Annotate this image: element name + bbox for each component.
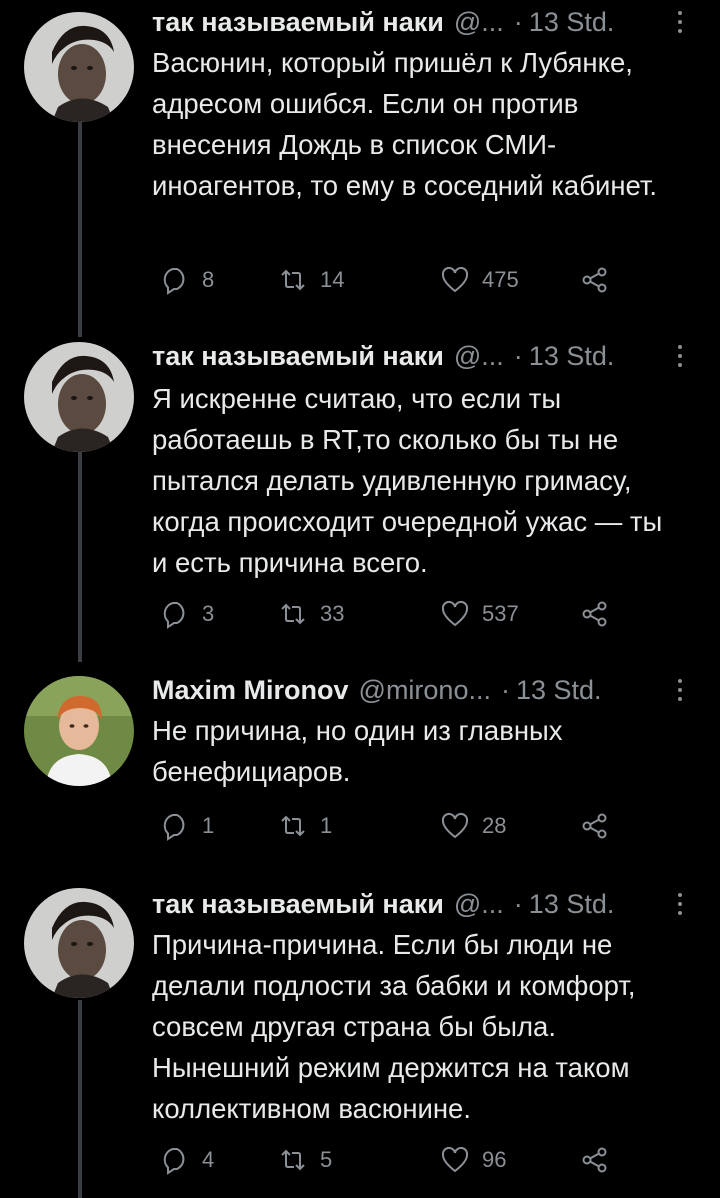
avatar[interactable] <box>24 12 134 122</box>
retweet-button[interactable]: 14 <box>278 260 344 300</box>
tweet-text: Причина-причина. Если бы люди не делали … <box>152 929 636 1124</box>
share-nodes-icon <box>582 813 607 839</box>
like-count: 96 <box>482 1147 507 1172</box>
avatar[interactable] <box>24 676 134 786</box>
speech-bubble-icon <box>163 1148 185 1175</box>
timestamp[interactable]: 13 Std. <box>529 889 615 920</box>
timestamp[interactable]: 13 Std. <box>529 341 615 372</box>
author-handle[interactable]: @... <box>454 341 504 372</box>
tweet-actions: 1 1 28 <box>160 806 630 846</box>
share-nodes-icon <box>582 1147 607 1173</box>
share-nodes-icon <box>582 601 607 627</box>
like-count: 475 <box>482 267 519 292</box>
tweet-header: так называемый наки @... · 13 Std. <box>152 2 690 42</box>
vertical-dots-icon[interactable] <box>670 2 690 42</box>
tweet[interactable]: так называемый наки @... · 13 Std. Я иск… <box>0 340 720 660</box>
like-button[interactable]: 537 <box>440 594 519 634</box>
like-button[interactable]: 475 <box>440 260 519 300</box>
profile-photo-icon <box>24 888 134 998</box>
retweet-count: 1 <box>320 813 333 838</box>
author-handle[interactable]: @... <box>454 7 504 38</box>
separator-dot: · <box>513 888 523 919</box>
author-name[interactable]: так называемый наки <box>152 341 444 372</box>
speech-bubble-icon <box>163 268 185 295</box>
reply-button[interactable]: 4 <box>160 1140 214 1180</box>
separator-dot: · <box>500 674 510 705</box>
tweet-text: Не причина, но один из главных бенефициа… <box>152 715 563 787</box>
tweet[interactable]: так называемый наки @... · 13 Std. Васюн… <box>0 0 720 330</box>
tweet-actions: 3 33 537 <box>160 594 630 634</box>
share-button[interactable] <box>580 594 610 634</box>
profile-photo-icon <box>24 342 134 452</box>
tweet-actions: 8 14 475 <box>160 260 630 300</box>
reply-button[interactable]: 1 <box>160 806 214 846</box>
timestamp[interactable]: 13 Std. <box>516 675 602 706</box>
timestamp[interactable]: 13 Std. <box>529 7 615 38</box>
author-handle[interactable]: @... <box>454 889 504 920</box>
reply-button[interactable]: 3 <box>160 594 214 634</box>
retweet-count: 14 <box>320 267 345 292</box>
share-nodes-icon <box>582 267 607 293</box>
author-name[interactable]: так называемый наки <box>152 7 444 38</box>
retweet-arrows-icon <box>281 815 305 837</box>
vertical-dots-icon[interactable] <box>670 336 690 376</box>
tweet-text: Я искренне считаю, что если ты работаешь… <box>152 383 663 578</box>
tweet[interactable]: так называемый наки @... · 13 Std. Причи… <box>0 886 720 1198</box>
like-button[interactable]: 28 <box>440 806 506 846</box>
retweet-arrows-icon <box>281 269 305 291</box>
tweet-header: так называемый наки @... · 13 Std. <box>152 884 690 924</box>
profile-photo-icon <box>24 12 134 122</box>
reply-count: 4 <box>202 1147 215 1172</box>
heart-icon <box>441 812 469 839</box>
retweet-button[interactable]: 1 <box>278 806 332 846</box>
retweet-count: 5 <box>320 1147 333 1172</box>
speech-bubble-icon <box>163 814 185 841</box>
tweet-header: Maxim Mironov @mirono... · 13 Std. <box>152 670 690 710</box>
tweet-header: так называемый наки @... · 13 Std. <box>152 336 690 376</box>
share-button[interactable] <box>580 1140 610 1180</box>
speech-bubble-icon <box>163 602 185 629</box>
heart-icon <box>441 600 469 627</box>
like-button[interactable]: 96 <box>440 1140 506 1180</box>
heart-icon <box>441 1146 469 1173</box>
reply-count: 8 <box>202 267 215 292</box>
share-button[interactable] <box>580 806 610 846</box>
vertical-dots-icon[interactable] <box>670 884 690 924</box>
separator-dot: · <box>513 6 523 37</box>
avatar[interactable] <box>24 342 134 452</box>
share-button[interactable] <box>580 260 610 300</box>
reply-button[interactable]: 8 <box>160 260 214 300</box>
tweet-text: Васюнин, который пришёл к Лубянке, адрес… <box>152 47 658 201</box>
reply-count: 3 <box>202 601 215 626</box>
avatar[interactable] <box>24 888 134 998</box>
author-handle[interactable]: @mirono... <box>359 675 491 706</box>
author-name[interactable]: Maxim Mironov <box>152 675 349 706</box>
tweet[interactable]: Maxim Mironov @mirono... · 13 Std. Не пр… <box>0 670 720 870</box>
like-count: 28 <box>482 813 507 838</box>
vertical-dots-icon[interactable] <box>670 670 690 710</box>
retweet-arrows-icon <box>281 603 305 625</box>
like-count: 537 <box>482 601 519 626</box>
retweet-arrows-icon <box>281 1149 305 1171</box>
tweet-actions: 4 5 96 <box>160 1140 630 1180</box>
reply-count: 1 <box>202 813 215 838</box>
separator-dot: · <box>513 340 523 371</box>
profile-photo-icon <box>24 676 134 786</box>
retweet-button[interactable]: 33 <box>278 594 344 634</box>
retweet-count: 33 <box>320 601 345 626</box>
heart-icon <box>441 266 469 293</box>
author-name[interactable]: так называемый наки <box>152 889 444 920</box>
retweet-button[interactable]: 5 <box>278 1140 332 1180</box>
